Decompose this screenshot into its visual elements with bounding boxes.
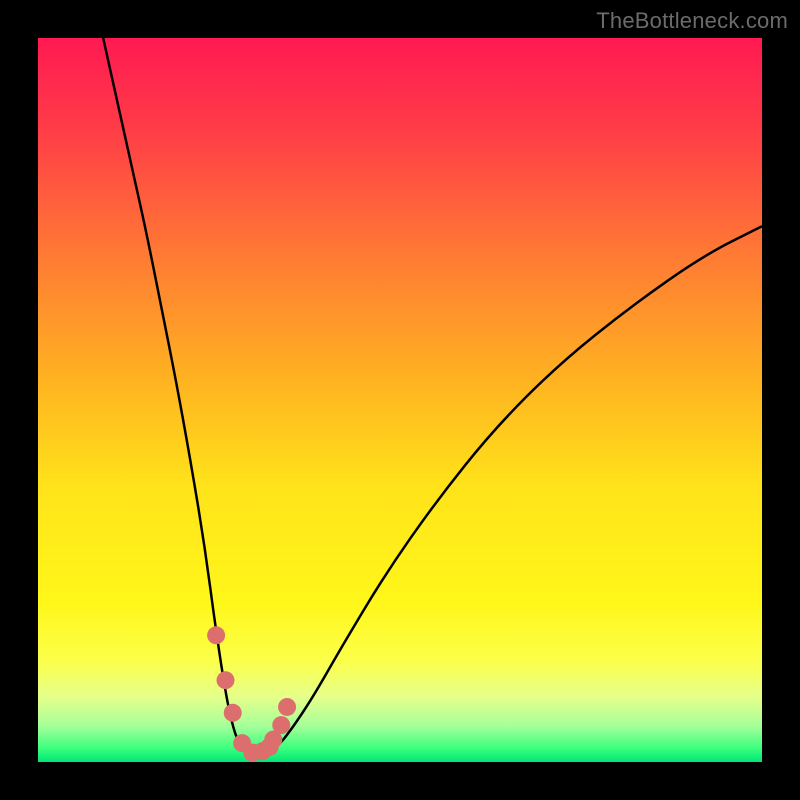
chart-frame: TheBottleneck.com [0, 0, 800, 800]
marker-point [224, 704, 242, 722]
curve-layer [38, 38, 762, 762]
bottleneck-curve [103, 38, 762, 754]
plot-area [38, 38, 762, 762]
marker-point [278, 698, 296, 716]
marker-point [272, 716, 290, 734]
watermark-text: TheBottleneck.com [596, 8, 788, 34]
marker-point [217, 671, 235, 689]
marker-point [207, 626, 225, 644]
